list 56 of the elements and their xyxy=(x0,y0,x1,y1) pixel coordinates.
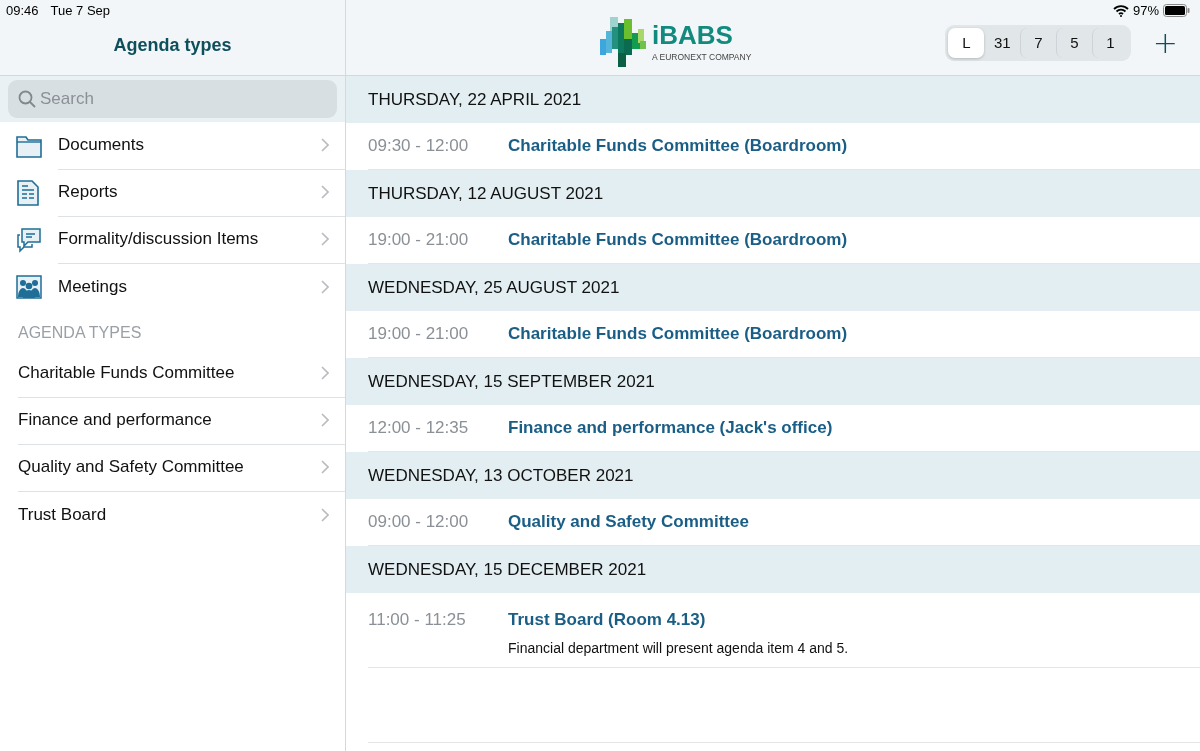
sidebar-item[interactable]: Documents xyxy=(0,122,345,169)
view-segment[interactable]: 1 xyxy=(1091,27,1128,58)
event-time: 12:00 - 12:35 xyxy=(368,418,470,438)
chevron-icon xyxy=(321,279,329,294)
event-title-link[interactable]: Charitable Funds Committee (Boardroom) xyxy=(508,230,848,250)
view-segment[interactable]: 31 xyxy=(983,27,1020,58)
chevron-icon xyxy=(321,460,329,474)
wifi-icon xyxy=(1112,4,1129,17)
document-icon xyxy=(16,179,40,206)
chevron-icon xyxy=(321,366,329,380)
date-band: WEDNESDAY, 15 SEPTEMBER 2021 xyxy=(346,358,1200,405)
event-title-link[interactable]: Finance and performance (Jack's office) xyxy=(508,418,833,438)
event-time: 11:00 - 11:25 xyxy=(368,610,467,630)
sidebar-item[interactable]: Reports xyxy=(0,169,345,216)
event-time: 09:30 - 12:00 xyxy=(368,136,470,156)
sidebar-item[interactable]: Formality/discussion Items xyxy=(0,216,345,263)
chat-icon xyxy=(16,226,42,253)
battery-icon xyxy=(1163,4,1190,17)
logo-tagline: A EURONEXT COMPANY xyxy=(652,52,752,62)
date-band: THURSDAY, 12 AUGUST 2021 xyxy=(346,170,1200,217)
agenda-type-item[interactable]: Quality and Safety Committee xyxy=(0,444,345,491)
people-icon xyxy=(16,274,42,299)
status-time: 09:46 xyxy=(6,3,39,18)
agenda-type-item[interactable]: Finance and performance xyxy=(0,397,345,444)
date-band: WEDNESDAY, 15 DECEMBER 2021 xyxy=(346,546,1200,593)
add-button[interactable]: + xyxy=(1148,27,1182,58)
event-title-link[interactable]: Quality and Safety Committee xyxy=(508,512,749,532)
folder-icon xyxy=(16,133,42,158)
view-segment[interactable]: 7 xyxy=(1019,27,1056,58)
date-band: WEDNESDAY, 25 AUGUST 2021 xyxy=(346,264,1200,311)
logo-text: iBABS xyxy=(652,21,734,49)
event-time: 09:00 - 12:00 xyxy=(368,512,470,532)
agenda-type-item[interactable]: Trust Board xyxy=(0,491,345,538)
chevron-icon xyxy=(321,185,329,199)
sidebar-item[interactable]: Meetings xyxy=(0,263,345,310)
event-time: 19:00 - 21:00 xyxy=(368,324,470,344)
search-field[interactable]: Search xyxy=(8,80,337,118)
event-title-link[interactable]: Trust Board (Room 4.13) xyxy=(508,610,706,630)
date-band: WEDNESDAY, 13 OCTOBER 2021 xyxy=(346,452,1200,499)
date-band: THURSDAY, 22 APRIL 2021 xyxy=(346,76,1200,123)
agenda-type-item[interactable]: Charitable Funds Committee xyxy=(0,350,345,397)
event-title-link[interactable]: Charitable Funds Committee (Boardroom) xyxy=(508,136,848,156)
event-note: Financial department will present agenda item 4 and 5. xyxy=(508,640,850,658)
status-date: Tue 7 Sep xyxy=(50,3,111,18)
chevron-icon xyxy=(321,138,329,152)
chevron-icon xyxy=(321,232,329,246)
event-time: 19:00 - 21:00 xyxy=(368,230,470,250)
section-header: AGENDA TYPES xyxy=(17,323,143,343)
view-segment[interactable]: 5 xyxy=(1055,27,1092,58)
sidebar-title: Agenda types xyxy=(112,35,233,56)
event-title-link[interactable]: Charitable Funds Committee (Boardroom) xyxy=(508,324,848,344)
logo-icon xyxy=(600,16,646,67)
chevron-icon xyxy=(321,507,329,522)
chevron-icon xyxy=(321,413,329,427)
view-segment[interactable]: L xyxy=(947,27,984,58)
battery-percent: 97% xyxy=(1132,3,1159,18)
